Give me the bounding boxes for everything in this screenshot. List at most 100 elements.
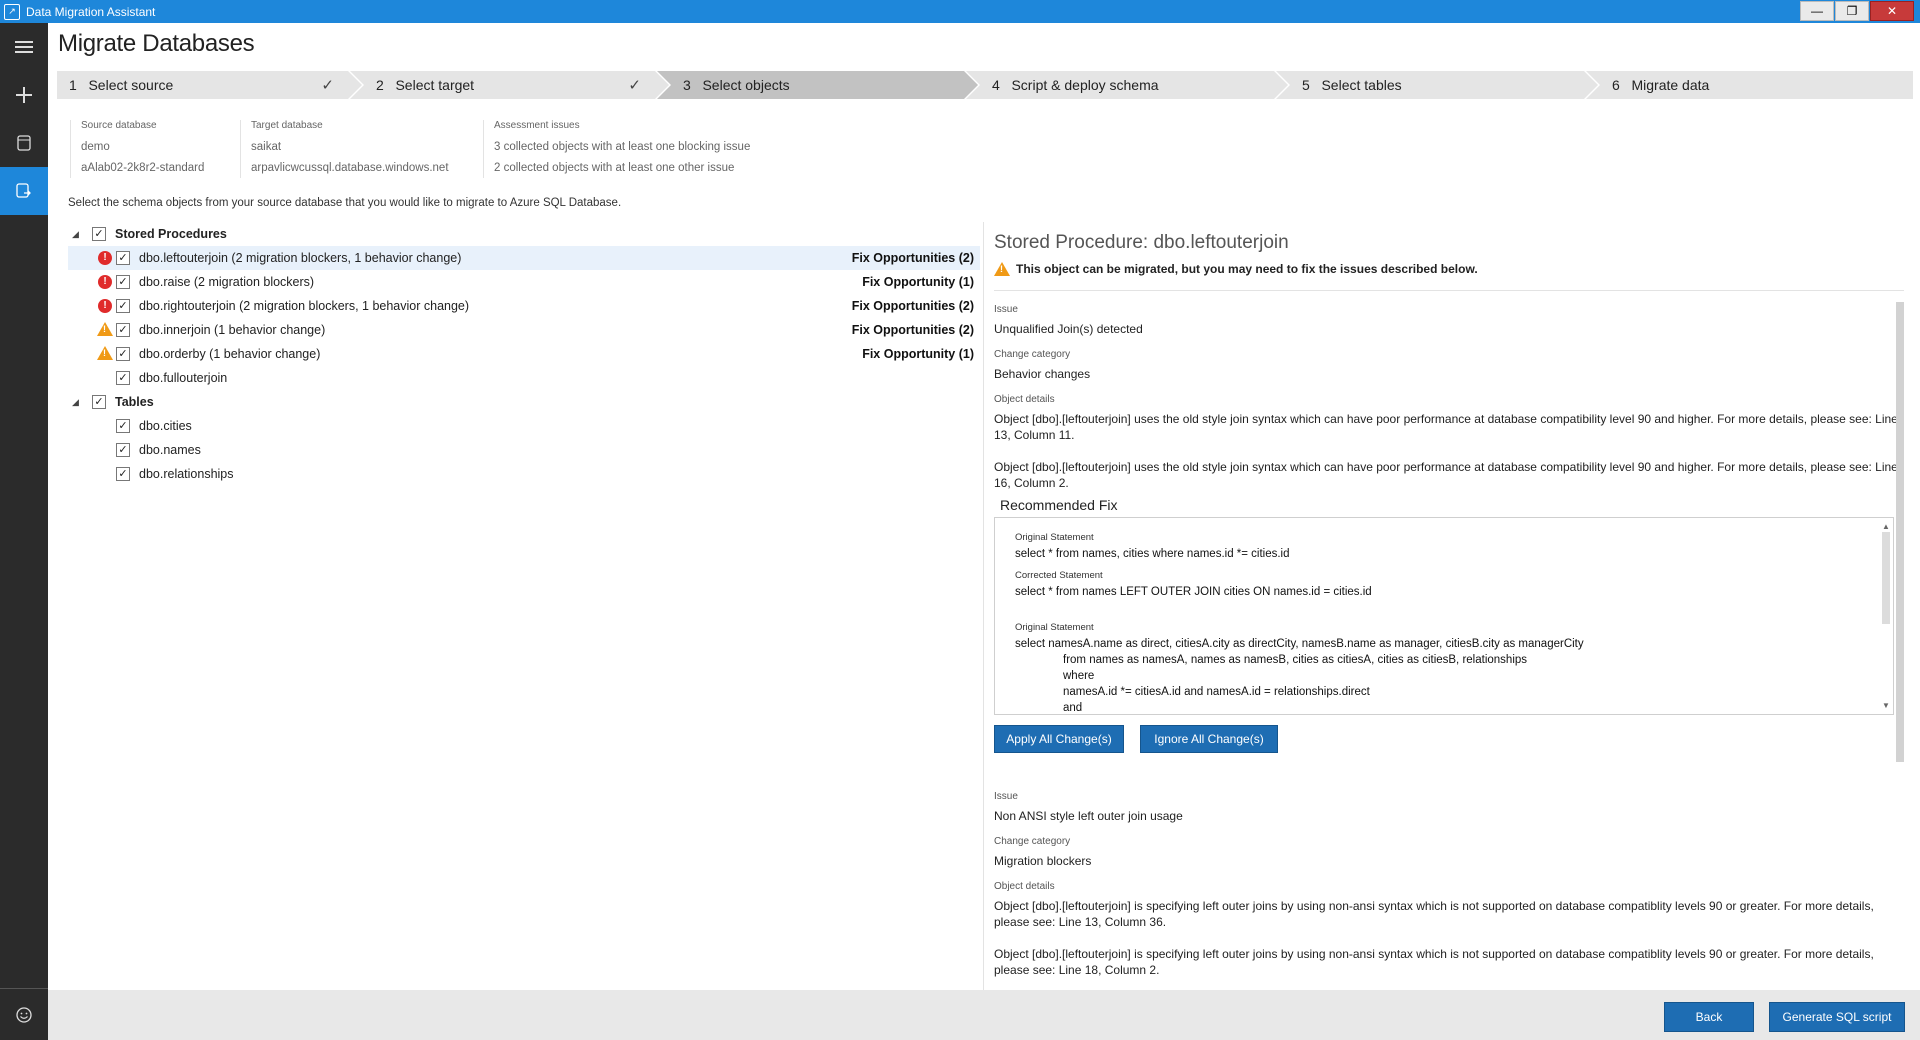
step-select-target[interactable]: 2 Select target ✓ bbox=[350, 71, 669, 99]
minimize-button[interactable]: — bbox=[1800, 1, 1834, 21]
step-select-source[interactable]: 1 Select source ✓ bbox=[57, 71, 362, 99]
error-icon: ! bbox=[98, 251, 112, 265]
corrected-statement: select * from names LEFT OUTER JOIN citi… bbox=[1015, 586, 1372, 598]
details-scroll-area[interactable]: Issue Unqualified Join(s) detected Chang… bbox=[994, 292, 1902, 1012]
fix-opportunities-link[interactable]: Fix Opportunity (1) bbox=[862, 347, 974, 361]
tree-item-label: dbo.orderby (1 behavior change) bbox=[139, 347, 321, 361]
menu-icon[interactable] bbox=[0, 23, 48, 71]
object-details-text: Object [dbo].[leftouterjoin] is specifyi… bbox=[994, 947, 1874, 977]
issue-label: Issue bbox=[994, 304, 1018, 315]
recommended-fix-box[interactable]: Original Statement select * from names, … bbox=[994, 517, 1894, 715]
tree-item[interactable]: ! ✓ dbo.rightouterjoin (2 migration bloc… bbox=[68, 294, 980, 318]
object-details-label: Object details bbox=[994, 881, 1055, 892]
step-number: 3 bbox=[683, 77, 691, 93]
checkbox[interactable]: ✓ bbox=[116, 467, 130, 481]
issue-value: Non ANSI style left outer join usage bbox=[994, 809, 1183, 823]
checkbox[interactable]: ✓ bbox=[116, 419, 130, 433]
checkbox[interactable]: ✓ bbox=[116, 275, 130, 289]
warning-icon: ! bbox=[994, 262, 1010, 276]
assessments-icon[interactable] bbox=[0, 119, 48, 167]
migrations-icon[interactable] bbox=[0, 167, 48, 215]
tree-group-tables[interactable]: ◢ ✓ Tables bbox=[68, 390, 980, 414]
collapse-caret-icon[interactable]: ◢ bbox=[72, 229, 79, 240]
object-details-text: Object [dbo].[leftouterjoin] uses the ol… bbox=[994, 412, 1898, 442]
wizard-steps: 1 Select source ✓ 2 Select target ✓ 3 Se… bbox=[57, 71, 1913, 99]
checkbox[interactable]: ✓ bbox=[116, 299, 130, 313]
step-label: Select objects bbox=[702, 77, 790, 93]
fix-opportunities-link[interactable]: Fix Opportunities (2) bbox=[852, 323, 974, 337]
object-details-text: Object [dbo].[leftouterjoin] is specifyi… bbox=[994, 899, 1874, 929]
check-icon: ✓ bbox=[628, 77, 641, 94]
code-scrollbar[interactable]: ▲ ▼ bbox=[1881, 522, 1891, 710]
fix-opportunities-link[interactable]: Fix Opportunities (2) bbox=[852, 251, 974, 265]
change-category-value: Migration blockers bbox=[994, 854, 1092, 868]
source-database-label: Source database bbox=[81, 120, 157, 131]
change-category-value: Behavior changes bbox=[994, 367, 1091, 381]
scrollbar-thumb[interactable] bbox=[1896, 302, 1904, 762]
error-icon: ! bbox=[98, 275, 112, 289]
checkbox[interactable]: ✓ bbox=[116, 251, 130, 265]
tree-item-label: dbo.relationships bbox=[139, 467, 234, 481]
footer-bar: Back Generate SQL script bbox=[48, 990, 1920, 1040]
close-button[interactable]: ✕ bbox=[1870, 1, 1914, 21]
back-button[interactable]: Back bbox=[1664, 1002, 1754, 1032]
checkbox[interactable]: ✓ bbox=[116, 443, 130, 457]
tree-item[interactable]: ! ✓ dbo.leftouterjoin (2 migration block… bbox=[68, 246, 980, 270]
step-number: 4 bbox=[992, 77, 1000, 93]
step-label: Migrate data bbox=[1631, 77, 1710, 93]
new-project-icon[interactable] bbox=[0, 71, 48, 119]
error-icon: ! bbox=[98, 299, 112, 313]
fix-opportunities-link[interactable]: Fix Opportunities (2) bbox=[852, 299, 974, 313]
checkbox[interactable]: ✓ bbox=[92, 395, 106, 409]
feedback-icon[interactable] bbox=[0, 988, 48, 1040]
step-label: Script & deploy schema bbox=[1011, 77, 1159, 93]
warning-icon: ! bbox=[97, 322, 113, 336]
step-number: 5 bbox=[1302, 77, 1310, 93]
tree-item[interactable]: ✓ dbo.cities bbox=[68, 414, 980, 438]
scroll-up-icon[interactable]: ▲ bbox=[1882, 522, 1890, 531]
source-database-name: demo bbox=[81, 141, 110, 153]
tree-item[interactable]: ✓ dbo.names bbox=[68, 438, 980, 462]
scrollbar-thumb[interactable] bbox=[1882, 532, 1890, 624]
details-title: Stored Procedure: dbo.leftouterjoin bbox=[994, 232, 1289, 253]
apply-all-changes-button[interactable]: Apply All Change(s) bbox=[994, 725, 1124, 753]
tree-item[interactable]: ! ✓ dbo.raise (2 migration blockers) Fix… bbox=[68, 270, 980, 294]
original-statement: select namesA.name as direct, citiesA.ci… bbox=[1015, 636, 1893, 714]
assessment-issues-label: Assessment issues bbox=[494, 120, 580, 131]
target-database-info: Target database saikat arpavlicwcussql.d… bbox=[240, 120, 449, 178]
checkbox[interactable]: ✓ bbox=[116, 347, 130, 361]
tree-group-label: Stored Procedures bbox=[115, 227, 227, 241]
object-details-text: Object [dbo].[leftouterjoin] uses the ol… bbox=[994, 460, 1898, 490]
step-migrate-data[interactable]: 6 Migrate data bbox=[1586, 71, 1913, 99]
checkbox[interactable]: ✓ bbox=[92, 227, 106, 241]
step-script-deploy[interactable]: 4 Script & deploy schema bbox=[966, 71, 1288, 99]
scroll-down-icon[interactable]: ▼ bbox=[1882, 701, 1890, 710]
original-statement: select * from names, cities where names.… bbox=[1015, 548, 1290, 560]
left-rail bbox=[0, 23, 48, 1040]
checkbox[interactable]: ✓ bbox=[116, 323, 130, 337]
target-database-name: saikat bbox=[251, 141, 282, 153]
step-label: Select target bbox=[395, 77, 475, 93]
tree-group-stored-procedures[interactable]: ◢ ✓ Stored Procedures bbox=[68, 222, 980, 246]
details-pane: Stored Procedure: dbo.leftouterjoin ! Th… bbox=[994, 222, 1904, 977]
details-warning: ! This object can be migrated, but you m… bbox=[994, 262, 1894, 276]
generate-sql-script-button[interactable]: Generate SQL script bbox=[1769, 1002, 1905, 1032]
step-select-objects[interactable]: 3 Select objects bbox=[657, 71, 978, 99]
details-scrollbar[interactable] bbox=[1894, 292, 1906, 992]
tree-item[interactable]: ✓ dbo.fullouterjoin bbox=[68, 366, 980, 390]
checkbox[interactable]: ✓ bbox=[116, 371, 130, 385]
code-line: and bbox=[1063, 702, 1083, 714]
tree-item[interactable]: ✓ dbo.relationships bbox=[68, 462, 980, 486]
other-issue-summary: 2 collected objects with at least one ot… bbox=[494, 162, 735, 174]
assessment-issues-info: Assessment issues 3 collected objects wi… bbox=[483, 120, 750, 178]
pane-divider[interactable] bbox=[983, 222, 984, 990]
code-line: namesA.id *= citiesA.id and namesA.id = … bbox=[1063, 686, 1370, 698]
step-select-tables[interactable]: 5 Select tables bbox=[1276, 71, 1598, 99]
fix-opportunities-link[interactable]: Fix Opportunity (1) bbox=[862, 275, 974, 289]
collapse-caret-icon[interactable]: ◢ bbox=[72, 397, 79, 408]
blocking-issue-summary: 3 collected objects with at least one bl… bbox=[494, 141, 751, 153]
ignore-all-changes-button[interactable]: Ignore All Change(s) bbox=[1140, 725, 1278, 753]
tree-item[interactable]: ! ✓ dbo.orderby (1 behavior change) Fix … bbox=[68, 342, 980, 366]
tree-item[interactable]: ! ✓ dbo.innerjoin (1 behavior change) Fi… bbox=[68, 318, 980, 342]
restore-button[interactable]: ❐ bbox=[1835, 1, 1869, 21]
